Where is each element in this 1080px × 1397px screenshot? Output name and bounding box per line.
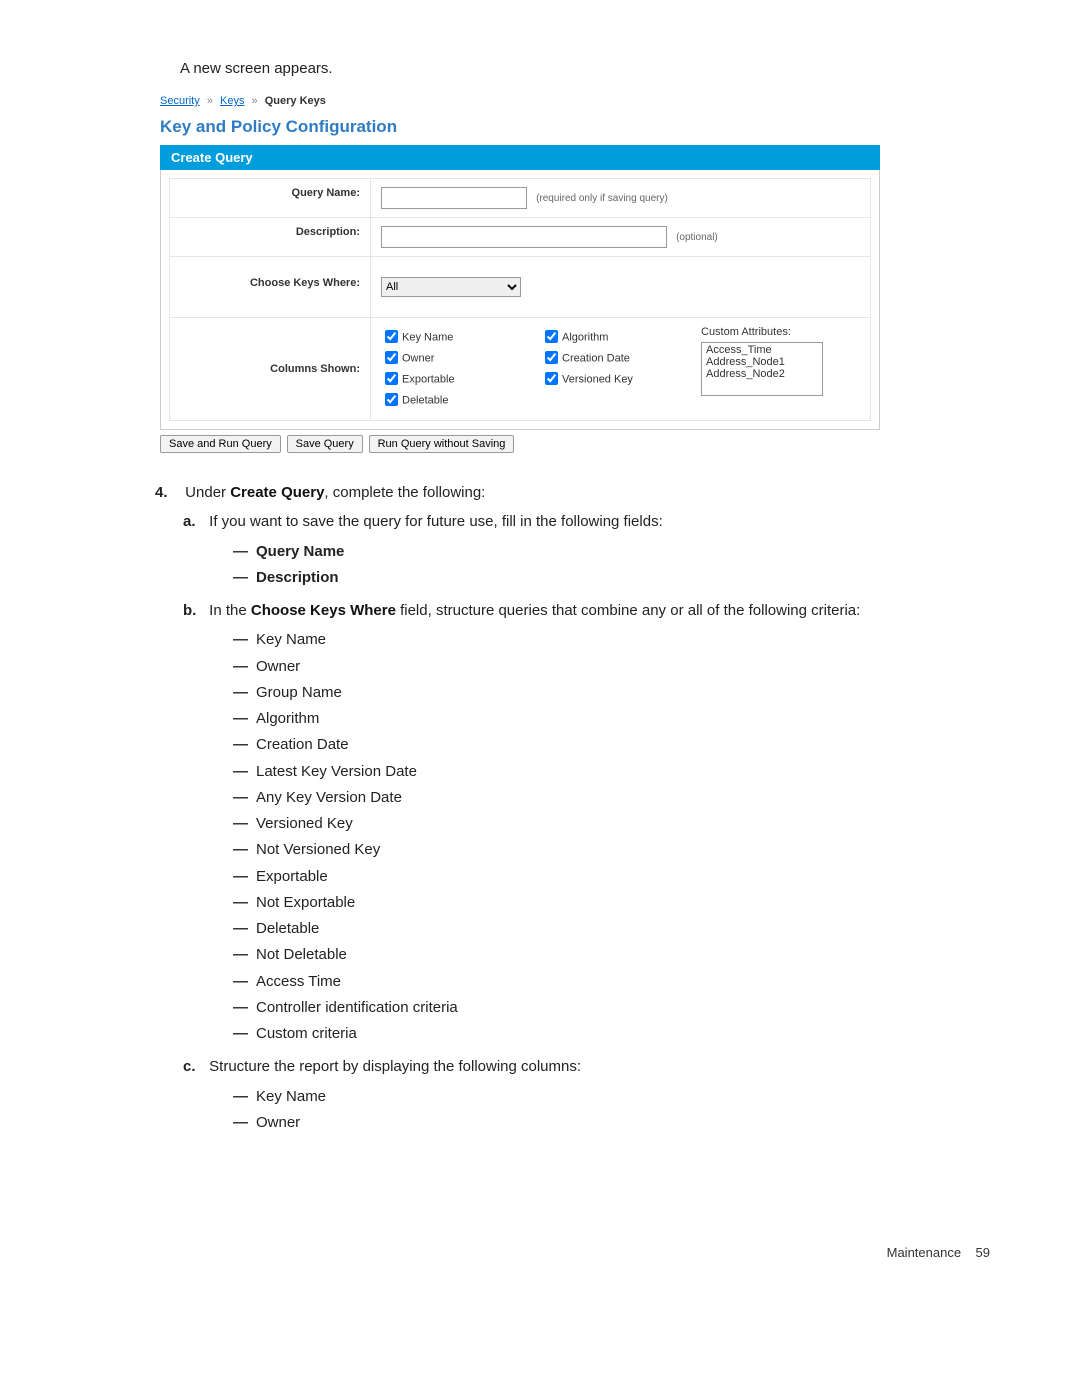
list-item[interactable]: Address_Node1 [702, 356, 822, 368]
footer-page-number: 59 [976, 1245, 990, 1260]
list-item: Key Name [233, 1085, 1010, 1108]
substep-text: If you want to save the query for future… [209, 513, 663, 530]
list-item: Owner [233, 655, 1010, 678]
config-screenshot: Security » Keys » Query Keys Key and Pol… [160, 95, 880, 430]
list-item: Key Name [233, 628, 1010, 651]
col-label: Algorithm [562, 331, 608, 343]
checkbox-creation-date[interactable] [545, 351, 558, 364]
button-row: Save and Run Query Save Query Run Query … [160, 434, 1010, 453]
intro-text: A new screen appears. [180, 60, 1010, 77]
list-item[interactable]: Address_Node2 [702, 368, 822, 380]
list-item: Query Name [233, 540, 1010, 563]
breadcrumb-sep-icon: » [252, 95, 258, 107]
list-item: Description [233, 566, 1010, 589]
page-footer: Maintenance 59 [887, 1245, 990, 1260]
col-label: Deletable [402, 394, 448, 406]
form-table: Query Name: (required only if saving que… [169, 178, 871, 421]
checkbox-owner[interactable] [385, 351, 398, 364]
columns-shown-label: Columns Shown: [170, 318, 371, 421]
choose-keys-select[interactable]: All [381, 277, 521, 297]
columns-col2: Algorithm Creation Date Versioned Key [541, 326, 661, 412]
substep-text: In the Choose Keys Where field, structur… [209, 602, 860, 619]
list-item: Versioned Key [233, 812, 1010, 835]
description-input[interactable] [381, 226, 667, 248]
list-item: Not Versioned Key [233, 838, 1010, 861]
footer-section: Maintenance [887, 1245, 961, 1260]
list-item: Deletable [233, 917, 1010, 940]
query-name-hint: (required only if saving query) [536, 193, 668, 204]
step-text: Under Create Query, complete the followi… [185, 484, 485, 501]
list-item[interactable]: Access_Time [702, 344, 822, 356]
col-label: Key Name [402, 331, 453, 343]
list-item: Owner [233, 1111, 1010, 1134]
substep-text: Structure the report by displaying the f… [209, 1058, 581, 1075]
query-name-input[interactable] [381, 187, 527, 209]
list-item: Group Name [233, 681, 1010, 704]
dash-list-a: Query Name Description [205, 540, 1010, 590]
run-without-saving-button[interactable]: Run Query without Saving [369, 435, 515, 453]
columns-col1: Key Name Owner Exportable Deletable [381, 326, 501, 412]
col-label: Exportable [402, 373, 455, 385]
custom-attributes-block: Custom Attributes: Access_Time Address_N… [701, 326, 823, 412]
list-item: Creation Date [233, 733, 1010, 756]
description-label: Description: [170, 218, 371, 257]
custom-attributes-label: Custom Attributes: [701, 326, 823, 338]
col-label: Creation Date [562, 352, 630, 364]
checkbox-versioned-key[interactable] [545, 372, 558, 385]
breadcrumb-keys[interactable]: Keys [220, 95, 244, 107]
breadcrumb: Security » Keys » Query Keys [160, 95, 880, 107]
query-name-label: Query Name: [170, 179, 371, 218]
save-and-run-button[interactable]: Save and Run Query [160, 435, 281, 453]
checkbox-exportable[interactable] [385, 372, 398, 385]
checkbox-algorithm[interactable] [545, 330, 558, 343]
page-title: Key and Policy Configuration [160, 117, 880, 137]
substep-letter: a. [183, 510, 205, 533]
list-item: Exportable [233, 865, 1010, 888]
substep-letter: c. [183, 1055, 205, 1078]
dash-list-b: Key Name Owner Group Name Algorithm Crea… [205, 628, 1010, 1045]
substep-letter: b. [183, 599, 205, 622]
dash-list-c: Key Name Owner [205, 1085, 1010, 1135]
list-item: Custom criteria [233, 1022, 1010, 1045]
description-hint: (optional) [676, 232, 718, 243]
list-item: Algorithm [233, 707, 1010, 730]
list-item: Controller identification criteria [233, 996, 1010, 1019]
instructions: 4. Under Create Query, complete the foll… [155, 481, 1010, 1134]
list-item: Latest Key Version Date [233, 760, 1010, 783]
list-item: Not Deletable [233, 943, 1010, 966]
checkbox-key-name[interactable] [385, 330, 398, 343]
list-item: Any Key Version Date [233, 786, 1010, 809]
breadcrumb-sep-icon: » [207, 95, 213, 107]
checkbox-deletable[interactable] [385, 393, 398, 406]
custom-attributes-list[interactable]: Access_Time Address_Node1 Address_Node2 [701, 342, 823, 396]
col-label: Versioned Key [562, 373, 633, 385]
choose-keys-label: Choose Keys Where: [170, 257, 371, 318]
panel-body: Query Name: (required only if saving que… [160, 170, 880, 430]
list-item: Access Time [233, 970, 1010, 993]
breadcrumb-security[interactable]: Security [160, 95, 200, 107]
list-item: Not Exportable [233, 891, 1010, 914]
breadcrumb-current: Query Keys [265, 95, 326, 107]
save-query-button[interactable]: Save Query [287, 435, 363, 453]
panel-header: Create Query [160, 145, 880, 170]
step-number: 4. [155, 481, 181, 504]
col-label: Owner [402, 352, 434, 364]
